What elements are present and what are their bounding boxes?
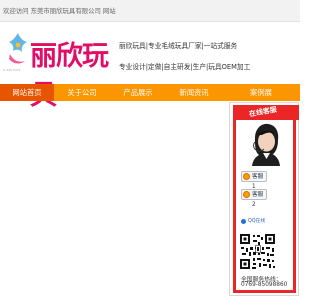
slogan-block: 丽欣玩具|专业毛绒玩具厂家|一站式服务 专业设计|定做|自主研发|生产|玩具OE… bbox=[119, 36, 250, 78]
nav-about-label: 关于公司 bbox=[67, 88, 97, 97]
side-service-frame: 在线客服 客服1 客服2 QQ在线 全国服务热线： 0769-85098860 bbox=[233, 105, 299, 293]
side-service-title: 在线客服 bbox=[248, 105, 278, 119]
top-bar: 欢迎访问 东莞市丽欣玩具有限公司 网站 bbox=[0, 0, 300, 22]
nav-products[interactable]: 产品展示 bbox=[110, 84, 166, 101]
qq-service-2-button[interactable]: 客服2 bbox=[241, 189, 267, 208]
nav-products-label: 产品展示 bbox=[123, 88, 153, 97]
qr-code-icon bbox=[239, 233, 276, 270]
nav-news-label: 新闻资讯 bbox=[179, 88, 209, 97]
logo[interactable]: LI XIN TOYS 丽欣玩具 bbox=[3, 30, 113, 111]
welcome-text: 欢迎访问 东莞市丽欣玩具有限公司 网站 bbox=[3, 7, 116, 15]
nav-news[interactable]: 新闻资讯 bbox=[166, 84, 222, 101]
nav-cases-label: 案例展 bbox=[250, 88, 272, 97]
side-service-panel: 在线客服 客服1 客服2 QQ在线 全国服务热线： 0769-85098860 bbox=[229, 102, 299, 296]
qq-service-2-label: 客服2 bbox=[252, 192, 264, 208]
nav-about[interactable]: 关于公司 bbox=[54, 84, 110, 101]
qq-icon bbox=[243, 191, 250, 198]
slogan-line-2: 专业设计|定做|自主研发|生产|玩具OEM加工 bbox=[119, 63, 251, 71]
side-service-header: 在线客服 bbox=[236, 105, 299, 120]
qq-icon bbox=[243, 173, 250, 180]
tencent-label: QQ在线 bbox=[248, 219, 266, 224]
tencent-icon bbox=[241, 219, 246, 224]
nav-home[interactable]: 网站首页 bbox=[0, 84, 54, 101]
main-nav: 网站首页 关于公司 产品展示 新闻资讯 案例展 bbox=[0, 84, 300, 101]
nav-home-label: 网站首页 bbox=[12, 88, 42, 97]
customer-service-avatar-icon bbox=[243, 122, 286, 166]
hotline-number: 0769-85098860 bbox=[241, 282, 288, 288]
logo-mark-icon bbox=[9, 33, 27, 64]
qq-service-1-button[interactable]: 客服1 bbox=[241, 171, 267, 190]
tencent-online-link[interactable]: QQ在线 bbox=[241, 217, 271, 227]
slogan-line-1: 丽欣玩具|专业毛绒玩具厂家|一站式服务 bbox=[119, 42, 238, 50]
nav-cases[interactable]: 案例展 bbox=[222, 84, 300, 101]
